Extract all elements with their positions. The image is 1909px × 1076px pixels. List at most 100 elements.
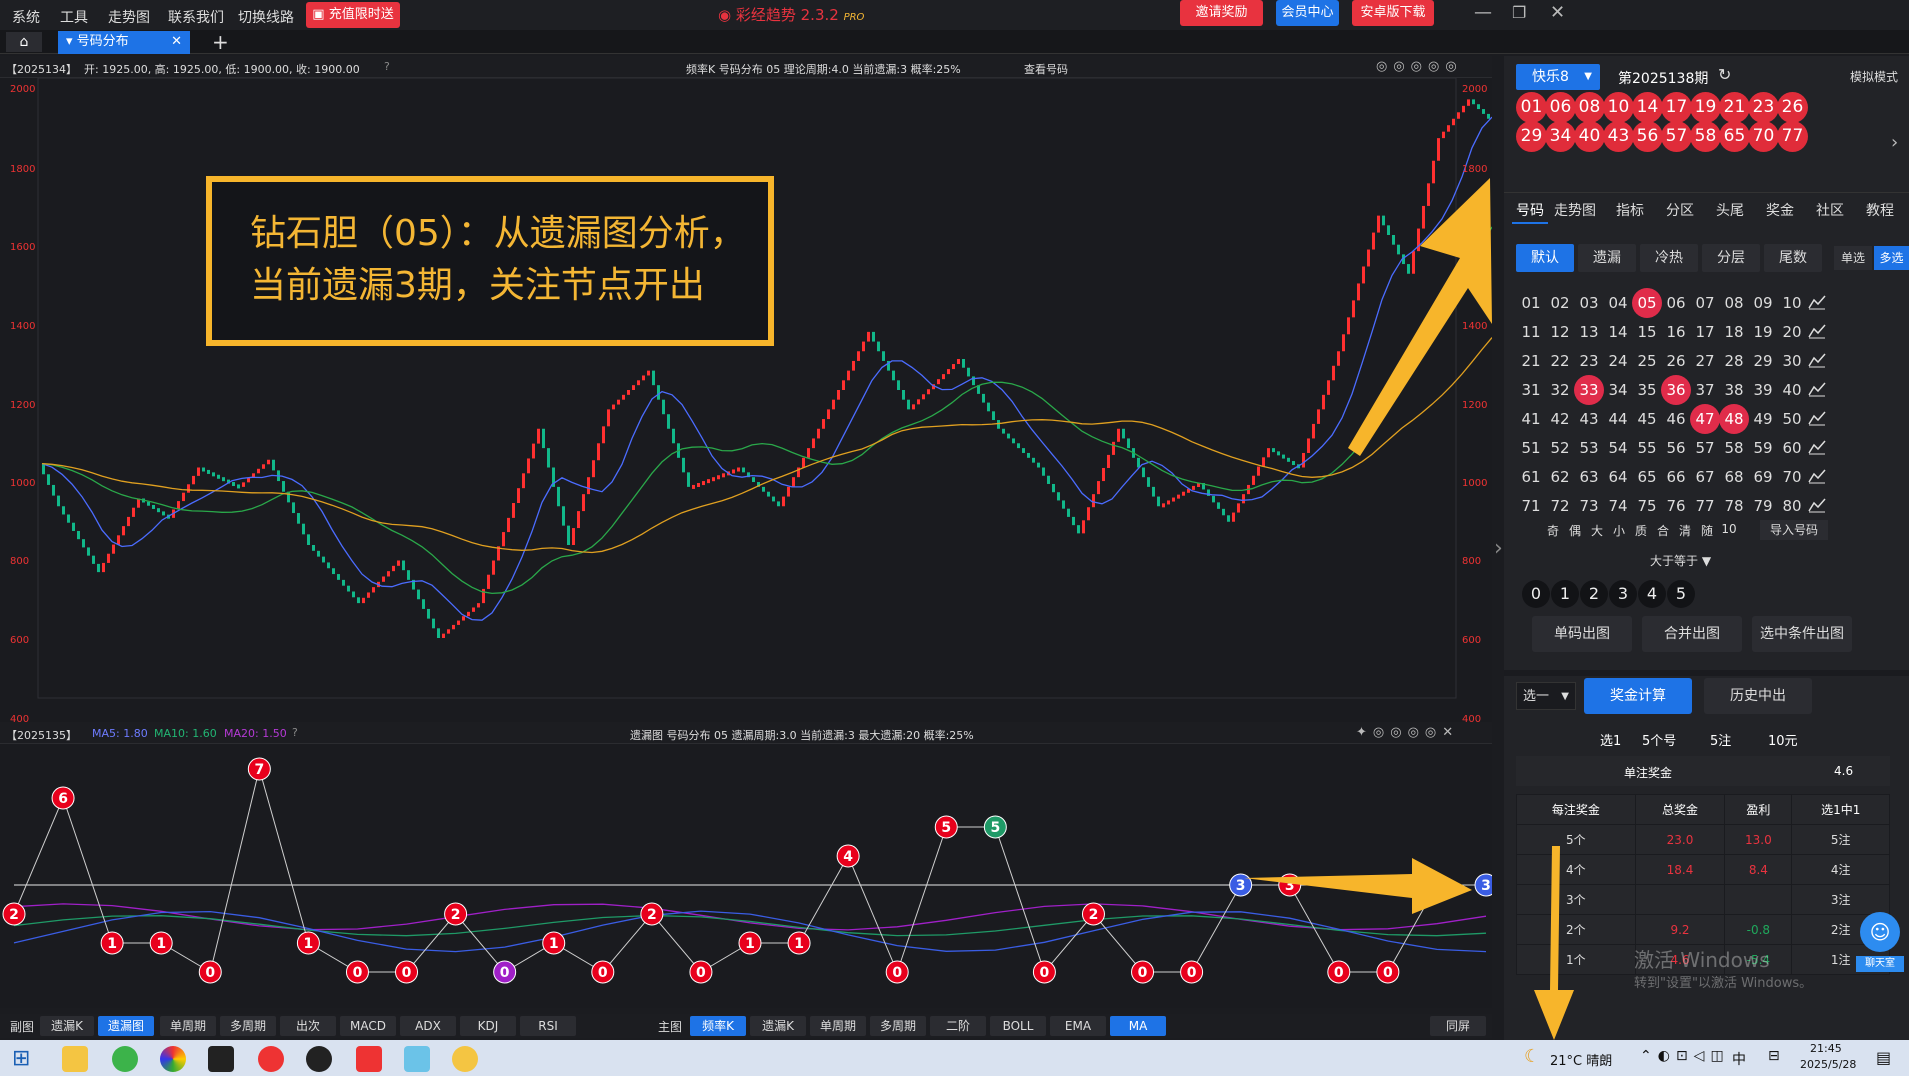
app-icon[interactable] (208, 1046, 234, 1072)
sub-btn-adx[interactable]: ADX (400, 1016, 456, 1036)
promo-button[interactable]: ▣ 充值限时送 (306, 2, 400, 28)
number-ball[interactable]: 09 (1748, 288, 1778, 318)
number-ball[interactable]: 75 (1632, 491, 1662, 521)
number-ball[interactable]: 51 (1516, 433, 1546, 463)
number-ball[interactable]: 15 (1632, 317, 1662, 347)
caijing-icon[interactable] (258, 1046, 284, 1072)
next-draw-icon[interactable]: › (1891, 132, 1898, 153)
number-ball[interactable]: 18 (1719, 317, 1749, 347)
chat-room-label[interactable]: 聊天室 (1856, 956, 1904, 972)
gte-select[interactable]: 大于等于 ▼ (1650, 552, 1711, 569)
main-btn-boll[interactable]: BOLL (990, 1016, 1046, 1036)
number-ball[interactable]: 40 (1777, 375, 1807, 405)
number-ball[interactable]: 52 (1545, 433, 1575, 463)
selected-condition-chart-button[interactable]: 选中条件出图 (1752, 616, 1852, 652)
number-ball[interactable]: 10 (1777, 288, 1807, 318)
number-ball[interactable]: 71 (1516, 491, 1546, 521)
number-ball[interactable]: 64 (1603, 462, 1633, 492)
mode-layer[interactable]: 分层 (1702, 244, 1760, 272)
number-ball[interactable]: 35 (1632, 375, 1662, 405)
row-trend-icon[interactable] (1808, 352, 1830, 370)
simulation-mode[interactable]: 模拟模式 (1850, 68, 1898, 85)
row-trend-icon[interactable] (1808, 381, 1830, 399)
ime-indicator[interactable]: 中 (1732, 1049, 1746, 1069)
windows-start-icon[interactable]: ⊞ (12, 1046, 30, 1071)
clock-date[interactable]: 2025/5/28 (1800, 1058, 1856, 1071)
filter-button[interactable]: 偶 (1564, 522, 1586, 539)
number-ball[interactable]: 37 (1690, 375, 1720, 405)
number-ball[interactable]: 44 (1603, 404, 1633, 434)
number-ball[interactable]: 56 (1661, 433, 1691, 463)
main-btn-single-period[interactable]: 单周期 (810, 1016, 866, 1036)
menu-system[interactable]: 系统 (12, 7, 40, 27)
number-ball[interactable]: 19 (1748, 317, 1778, 347)
main-btn-ma[interactable]: MA (1110, 1016, 1166, 1036)
tray-app-icon[interactable] (452, 1046, 478, 1072)
wps-icon[interactable] (356, 1046, 382, 1072)
row-trend-icon[interactable] (1808, 323, 1830, 341)
invite-button[interactable]: 邀请奖励 (1180, 0, 1263, 26)
number-ball[interactable]: 04 (1603, 288, 1633, 318)
number-ball[interactable]: 02 (1545, 288, 1575, 318)
number-ball[interactable]: 67 (1690, 462, 1720, 492)
count-option[interactable]: 2 (1580, 580, 1608, 608)
main-btn-omission-k[interactable]: 遗漏K (750, 1016, 806, 1036)
number-ball[interactable]: 24 (1603, 346, 1633, 376)
menu-switch-line[interactable]: 切换线路 (238, 7, 294, 27)
sub-btn-count[interactable]: 出次 (280, 1016, 336, 1036)
sub-btn-multi-period[interactable]: 多周期 (220, 1016, 276, 1036)
number-ball[interactable]: 14 (1603, 317, 1633, 347)
number-ball[interactable]: 38 (1719, 375, 1749, 405)
number-ball[interactable]: 13 (1574, 317, 1604, 347)
number-ball[interactable]: 42 (1545, 404, 1575, 434)
number-ball[interactable]: 16 (1661, 317, 1691, 347)
number-ball[interactable]: 39 (1748, 375, 1778, 405)
row-trend-icon[interactable] (1808, 497, 1830, 515)
menu-tools[interactable]: 工具 (60, 7, 88, 27)
number-ball[interactable]: 76 (1661, 491, 1691, 521)
row-trend-icon[interactable] (1808, 439, 1830, 457)
number-ball[interactable]: 73 (1574, 491, 1604, 521)
file-explorer-icon[interactable] (62, 1046, 88, 1072)
single-chart-button[interactable]: 单码出图 (1532, 616, 1632, 652)
rtab-community[interactable]: 社区 (1816, 200, 1844, 220)
number-ball[interactable]: 59 (1748, 433, 1778, 463)
add-tab-icon[interactable]: + (212, 30, 229, 54)
number-ball[interactable]: 60 (1777, 433, 1807, 463)
number-ball[interactable]: 32 (1545, 375, 1575, 405)
row-trend-icon[interactable] (1808, 410, 1830, 428)
number-ball[interactable]: 21 (1516, 346, 1546, 376)
number-ball[interactable]: 66 (1661, 462, 1691, 492)
ime-mode-icon[interactable]: ⊟ (1768, 1048, 1780, 1064)
number-ball[interactable]: 36 (1661, 375, 1691, 405)
close-icon[interactable]: ✕ (1550, 2, 1565, 23)
mode-default[interactable]: 默认 (1516, 244, 1574, 272)
count-option[interactable]: 1 (1551, 580, 1579, 608)
number-ball[interactable]: 41 (1516, 404, 1546, 434)
sub-btn-macd[interactable]: MACD (340, 1016, 396, 1036)
number-ball[interactable]: 43 (1574, 404, 1604, 434)
number-ball[interactable]: 45 (1632, 404, 1662, 434)
sub-btn-single-period[interactable]: 单周期 (160, 1016, 216, 1036)
member-center-button[interactable]: 会员中心 (1276, 0, 1339, 26)
number-ball[interactable]: 07 (1690, 288, 1720, 318)
count-option[interactable]: 0 (1522, 580, 1550, 608)
minimize-icon[interactable]: — (1474, 2, 1492, 23)
mode-hot-cold[interactable]: 冷热 (1640, 244, 1698, 272)
help-icon[interactable]: ? (384, 60, 390, 73)
number-ball[interactable]: 25 (1632, 346, 1662, 376)
sub-btn-rsi[interactable]: RSI (520, 1016, 576, 1036)
main-btn-second-order[interactable]: 二阶 (930, 1016, 986, 1036)
number-ball[interactable]: 29 (1748, 346, 1778, 376)
number-ball[interactable]: 20 (1777, 317, 1807, 347)
notification-icon[interactable]: ▤ (1876, 1048, 1891, 1067)
rtab-prize[interactable]: 奖金 (1766, 200, 1794, 220)
restore-icon[interactable]: ❐ (1512, 3, 1526, 22)
filter-button[interactable]: 小 (1608, 522, 1630, 539)
number-ball[interactable]: 05 (1632, 288, 1662, 318)
menu-contact[interactable]: 联系我们 (168, 7, 224, 27)
filter-button[interactable]: 奇 (1542, 522, 1564, 539)
number-ball[interactable]: 63 (1574, 462, 1604, 492)
lottery-select[interactable]: 快乐8 ▼ (1516, 64, 1600, 90)
number-ball[interactable]: 57 (1690, 433, 1720, 463)
